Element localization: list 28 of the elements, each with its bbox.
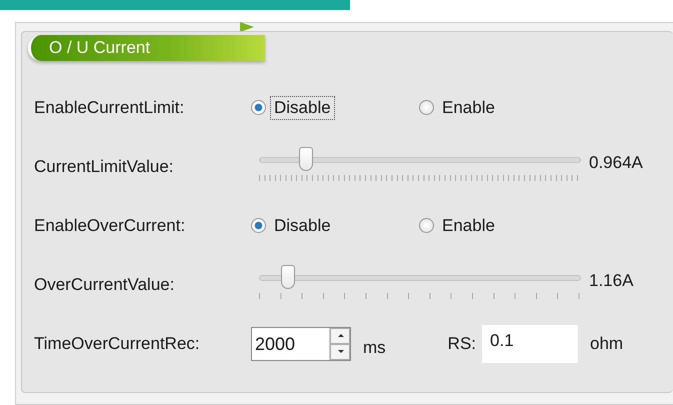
radio-button[interactable]	[419, 218, 434, 233]
radio-button[interactable]	[251, 218, 266, 233]
radio-label[interactable]: Enable	[438, 214, 499, 238]
slider-thumb[interactable]	[299, 146, 313, 170]
radio-label[interactable]: Disable	[270, 96, 335, 120]
triangle-icon	[240, 22, 254, 32]
spin-up-button[interactable]	[330, 328, 350, 344]
slider[interactable]	[259, 144, 581, 180]
field-label: EnableOverCurrent:	[34, 216, 186, 236]
field-label: CurrentLimitValue:	[34, 156, 175, 176]
value-reading: 1.16A	[589, 270, 634, 290]
radio-label[interactable]: Disable	[270, 214, 335, 238]
unit-label: ms	[363, 338, 386, 358]
radio-button[interactable]	[251, 100, 266, 115]
spin-box[interactable]: 2000	[251, 326, 351, 360]
slider[interactable]	[259, 262, 581, 298]
group-title: O / U Current	[28, 35, 265, 61]
slider-thumb[interactable]	[281, 264, 296, 288]
field-label: TimeOverCurrentRec:	[34, 334, 201, 354]
value-reading: 0.964A	[589, 152, 643, 172]
radio-button[interactable]	[419, 100, 434, 115]
input-field[interactable]: 0.1	[482, 324, 578, 362]
field-label: EnableCurrentLimit:	[34, 98, 186, 118]
unit-label: ohm	[590, 334, 624, 354]
spin-down-button[interactable]	[330, 344, 350, 360]
field-label: OverCurrentValue:	[34, 274, 176, 294]
radio-label[interactable]: Enable	[438, 96, 499, 120]
field-label: RS:	[448, 334, 476, 354]
